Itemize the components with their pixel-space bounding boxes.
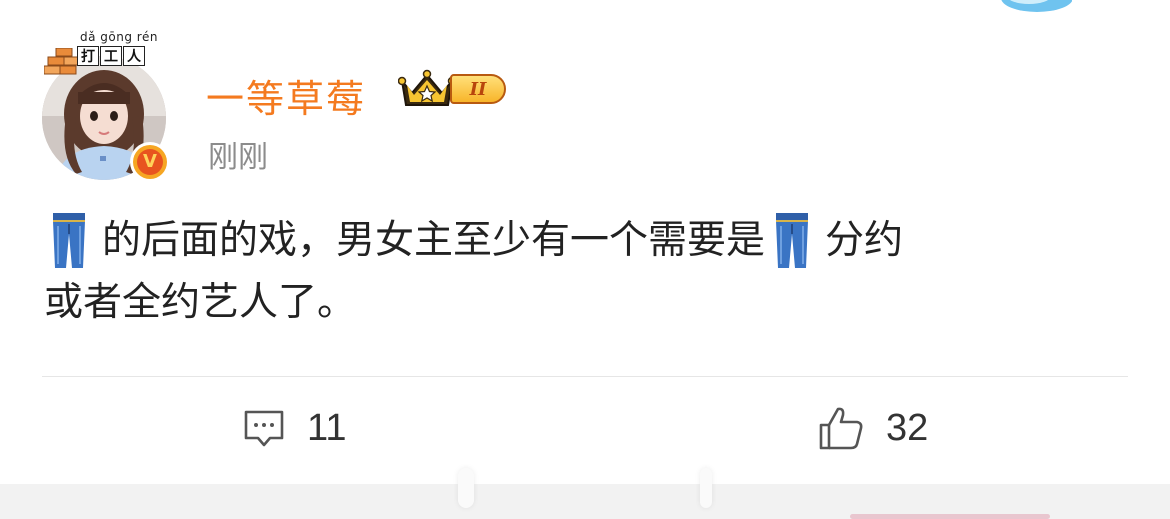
avatar-title-chars: 打 工 人: [77, 46, 145, 66]
comment-count: 11: [307, 406, 347, 449]
jeans-emoji-icon: [53, 213, 85, 268]
bottom-accent: [850, 514, 1050, 519]
avatar-title-char: 打: [77, 46, 99, 66]
post-line: 的后面的戏，男女主至少有一个需要是 分约: [44, 210, 1134, 272]
post-text-segment: 的后面的戏，男女主至少有一个需要是: [102, 218, 766, 263]
avatar-container[interactable]: dǎ gōng rén 打 工 人 V: [42, 30, 170, 184]
divider: [42, 376, 1128, 377]
username[interactable]: 一等草莓: [206, 68, 366, 123]
avatar-title-frame: dǎ gōng rén 打 工 人: [44, 30, 194, 78]
like-count: 32: [886, 406, 929, 449]
jeans-emoji-icon: [776, 213, 809, 268]
vip-badge[interactable]: II: [398, 69, 513, 109]
comment-button[interactable]: 11: [243, 404, 346, 452]
thumbs-up-icon: [819, 407, 863, 450]
comment-icon: [244, 410, 284, 447]
crown-icon: [398, 69, 456, 106]
scroll-handle-right[interactable]: [700, 468, 712, 508]
decoration-icon: [1001, 0, 1072, 12]
post-text-segment: 或者全约艺人了。: [44, 280, 357, 325]
timestamp: 刚刚: [208, 140, 268, 175]
verified-mark: V: [137, 149, 163, 175]
post-text: 的后面的戏，男女主至少有一个需要是 分约 或者全约艺人了。: [44, 210, 1134, 334]
verified-v-icon: V: [130, 142, 170, 182]
avatar-title-pinyin: dǎ gōng rén: [80, 30, 158, 44]
vip-level: II: [450, 74, 506, 104]
like-button[interactable]: 32: [818, 404, 928, 452]
post-line: 或者全约艺人了。: [44, 272, 1134, 334]
scroll-handle-left[interactable]: [458, 468, 474, 508]
weibo-post-card: dǎ gōng rén 打 工 人 V 一等草莓 II 刚刚 的后面的戏，男女主…: [0, 0, 1170, 484]
avatar-title-char: 工: [100, 46, 122, 66]
post-text-segment: 分约: [825, 218, 904, 263]
avatar-title-char: 人: [123, 46, 145, 66]
